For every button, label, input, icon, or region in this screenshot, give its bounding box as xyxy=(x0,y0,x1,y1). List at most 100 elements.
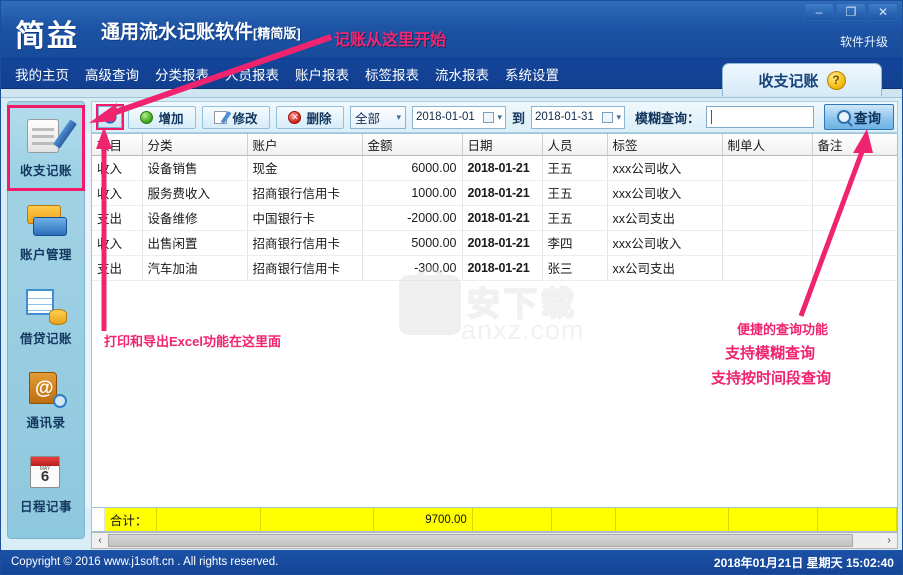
cell-category: 设备销售 xyxy=(142,155,248,181)
calendar-picker-icon[interactable] xyxy=(602,111,614,123)
minimize-button[interactable]: – xyxy=(804,3,834,21)
menu-item-account-report[interactable]: 账户报表 xyxy=(287,61,357,87)
column-header-tag[interactable]: 标签 xyxy=(607,134,723,156)
app-logo: 简益 xyxy=(15,19,79,54)
cell-creator xyxy=(722,155,813,181)
column-header-person[interactable]: 人员 xyxy=(542,134,608,156)
cell-amount: -2000.00 xyxy=(362,205,463,231)
table-row[interactable]: 支出 设备维修 中国银行卡 -2000.00 2018-01-21 王五 xx公… xyxy=(92,205,897,231)
chevron-down-icon[interactable]: ▾ xyxy=(497,112,502,123)
calendar-icon: MAY 6 xyxy=(25,453,67,493)
maximize-button[interactable]: ❐ xyxy=(836,3,866,21)
edit-label: 修改 xyxy=(232,111,258,126)
gear-icon xyxy=(103,110,117,124)
menu-item-home[interactable]: 我的主页 xyxy=(7,61,77,87)
records-table: 项目 分类 账户 金额 日期 人员 标签 制单人 备注 收入 设备销售 现金 6… xyxy=(92,134,897,281)
tab-income-expense[interactable]: 收支记账 ? xyxy=(722,63,882,96)
menu-item-tag-report[interactable]: 标签报表 xyxy=(357,61,427,87)
table-row[interactable]: 收入 设备销售 现金 6000.00 2018-01-21 王五 xxx公司收入 xyxy=(92,155,897,181)
column-header-remark[interactable]: 备注 xyxy=(812,134,897,156)
calendar-picker-icon[interactable] xyxy=(483,111,495,123)
column-header-category[interactable]: 分类 xyxy=(142,134,248,156)
column-header-account[interactable]: 账户 xyxy=(247,134,363,156)
tab-label: 收支记账 xyxy=(758,72,819,90)
cell-amount: 5000.00 xyxy=(362,230,463,256)
fuzzy-search-label: 模糊查询： xyxy=(635,110,701,126)
menu-item-person-report[interactable]: 人员报表 xyxy=(217,61,287,87)
delete-button[interactable]: ✕ 删除 xyxy=(276,105,344,129)
query-button[interactable]: 查询 xyxy=(824,104,895,130)
date-from-value: 2018-01-01 xyxy=(416,111,475,123)
date-from-input[interactable]: 2018-01-01 ▾ xyxy=(412,105,506,129)
cell-account: 招商银行信用卡 xyxy=(247,180,363,206)
chevron-down-icon[interactable]: ▾ xyxy=(616,112,621,123)
menu-item-category-report[interactable]: 分类报表 xyxy=(147,61,217,87)
totals-label: 合计： xyxy=(104,508,158,531)
cell-creator xyxy=(722,205,813,231)
column-header-date[interactable]: 日期 xyxy=(462,134,543,156)
table-header-row: 项目 分类 账户 金额 日期 人员 标签 制单人 备注 xyxy=(92,134,897,156)
sidebar-item-account-management[interactable]: 账户管理 xyxy=(8,190,84,274)
cell-item: 支出 xyxy=(92,255,143,281)
bank-cards-icon xyxy=(25,201,67,241)
copyright-text: Copyright © 2016 www.j1soft.cn . All rig… xyxy=(11,556,279,568)
scroll-right-arrow-icon[interactable]: › xyxy=(881,533,897,548)
scroll-left-arrow-icon[interactable]: ‹ xyxy=(92,533,108,548)
add-icon xyxy=(140,110,154,124)
date-to-input[interactable]: 2018-01-31 ▾ xyxy=(531,105,626,129)
close-button[interactable]: ✕ xyxy=(868,3,898,21)
filter-select[interactable]: 全部 ▾ xyxy=(350,105,406,129)
notebook-pencil-icon xyxy=(25,117,77,157)
cell-date: 2018-01-21 xyxy=(462,180,543,206)
cell-category: 服务费收入 xyxy=(142,180,248,206)
records-grid: 项目 分类 账户 金额 日期 人员 标签 制单人 备注 收入 设备销售 现金 6… xyxy=(91,133,898,508)
table-row[interactable]: 支出 汽车加油 招商银行信用卡 -300.00 2018-01-21 张三 xx… xyxy=(92,255,897,281)
fuzzy-search-input[interactable] xyxy=(706,106,815,128)
sidebar-item-loan-ledger[interactable]: 借贷记账 xyxy=(8,274,84,358)
date-range-separator-label: 到 xyxy=(512,110,526,126)
totals-empty-tag xyxy=(615,508,730,531)
cell-person: 王五 xyxy=(542,180,608,206)
cell-amount: -300.00 xyxy=(362,255,463,281)
settings-button[interactable] xyxy=(96,104,124,130)
sidebar-item-contacts[interactable]: @ 通讯录 xyxy=(8,358,84,442)
app-title: 通用流水记账软件[精简版] xyxy=(101,17,301,44)
menu-item-advanced-query[interactable]: 高级查询 xyxy=(77,61,147,87)
scroll-track[interactable] xyxy=(108,533,881,548)
totals-amount: 9700.00 xyxy=(374,508,473,531)
app-title-main: 通用流水记账软件 xyxy=(101,22,254,43)
totals-empty-person xyxy=(551,508,616,531)
cell-creator xyxy=(722,230,813,256)
software-upgrade-link[interactable]: 软件升级 xyxy=(840,33,888,50)
cell-creator xyxy=(722,255,813,281)
cell-person: 王五 xyxy=(542,205,608,231)
address-book-icon: @ xyxy=(25,369,67,409)
column-header-amount[interactable]: 金额 xyxy=(362,134,463,156)
totals-empty-remark xyxy=(818,508,897,531)
sidebar-item-label: 账户管理 xyxy=(19,248,72,262)
cell-remark xyxy=(812,205,897,231)
cell-account: 现金 xyxy=(247,155,363,181)
table-row[interactable]: 收入 出售闲置 招商银行信用卡 5000.00 2018-01-21 李四 xx… xyxy=(92,230,897,256)
sidebar-item-schedule[interactable]: MAY 6 日程记事 xyxy=(8,442,84,526)
edit-button[interactable]: 修改 xyxy=(202,105,270,129)
cell-tag: xxx公司收入 xyxy=(607,155,723,181)
sidebar-item-income-expense[interactable]: 收支记账 xyxy=(7,105,85,191)
horizontal-scrollbar[interactable]: ‹ › xyxy=(91,532,898,549)
cell-amount: 6000.00 xyxy=(362,155,463,181)
menu-item-flow-report[interactable]: 流水报表 xyxy=(427,61,497,87)
help-icon[interactable]: ? xyxy=(826,70,846,90)
cell-tag: xx公司支出 xyxy=(607,255,723,281)
status-bar: Copyright © 2016 www.j1soft.cn . All rig… xyxy=(1,550,902,574)
sidebar-item-label: 收支记账 xyxy=(19,164,72,178)
column-header-creator[interactable]: 制单人 xyxy=(722,134,813,156)
column-header-item[interactable]: 项目 xyxy=(92,134,143,156)
totals-gutter xyxy=(92,508,105,531)
add-button[interactable]: 增加 xyxy=(128,105,196,129)
cell-account: 招商银行信用卡 xyxy=(247,255,363,281)
table-row[interactable]: 收入 服务费收入 招商银行信用卡 1000.00 2018-01-21 王五 x… xyxy=(92,180,897,206)
cell-remark xyxy=(812,180,897,206)
scroll-thumb[interactable] xyxy=(108,534,853,547)
menu-item-system-settings[interactable]: 系统设置 xyxy=(497,61,567,87)
delete-icon: ✕ xyxy=(288,110,302,124)
